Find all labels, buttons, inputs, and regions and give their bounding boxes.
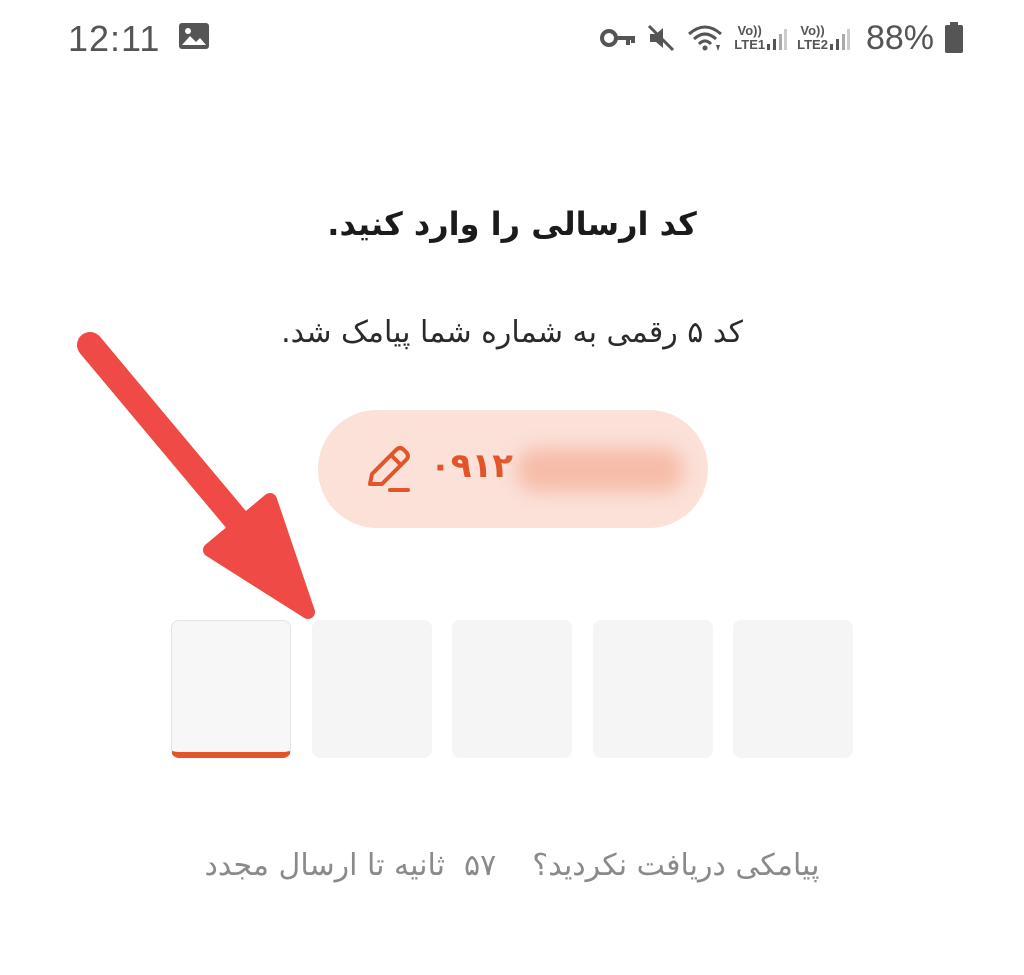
gallery-icon [179, 23, 209, 49]
battery-percent: 88% [865, 18, 934, 57]
vpn-key-icon [600, 29, 636, 47]
resend-seconds: ۵۷ [464, 848, 497, 883]
edit-phone-button[interactable]: ۰۹۱۲ [318, 410, 708, 528]
sim2-volte-label: Vo)) [800, 23, 825, 38]
page-title: کد ارسالی را وارد کنید. [327, 205, 697, 243]
sim2-signal: Vo)) LTE2 [797, 24, 850, 52]
sim1-volte-label: Vo)) [737, 23, 762, 38]
phone-number: ۰۹۱۲ [430, 446, 514, 486]
resend-question: پیامکی دریافت نکردید؟ [532, 848, 820, 883]
otp-digit-5[interactable] [733, 620, 853, 758]
otp-digit-4[interactable] [593, 620, 713, 758]
wifi-icon [688, 25, 723, 51]
battery-icon [945, 22, 963, 53]
status-icons: Vo)) LTE1 Vo)) LTE2 88% [590, 16, 964, 60]
phone-number-redacted [516, 448, 684, 492]
otp-digit-3[interactable] [452, 620, 572, 758]
sim1-signal: Vo)) LTE1 [734, 23, 788, 52]
sim2-lte-label: LTE2 [797, 37, 828, 52]
otp-digit-2[interactable] [312, 620, 432, 758]
resend-countdown: پیامکی دریافت نکردید؟ ۵۷ ثانیه تا ارسال م… [0, 848, 1024, 883]
status-time: 12:11 [68, 18, 161, 59]
sim1-lte-label: LTE1 [734, 37, 766, 52]
signal-icon [767, 29, 788, 50]
resend-suffix: ثانیه تا ارسال مجدد [204, 848, 445, 883]
status-bar: 12:11 Vo)) LTE1 Vo)) LTE2 88% [0, 0, 1024, 78]
page-subtitle: کد ۵ رقمی به شماره شما پیامک شد. [281, 315, 743, 350]
otp-input-row [171, 620, 853, 760]
signal-icon [829, 29, 850, 50]
otp-digit-1[interactable] [171, 620, 291, 758]
mute-icon [648, 24, 675, 52]
pencil-edit-icon[interactable] [360, 440, 418, 498]
red-arrow-icon [77, 332, 315, 619]
